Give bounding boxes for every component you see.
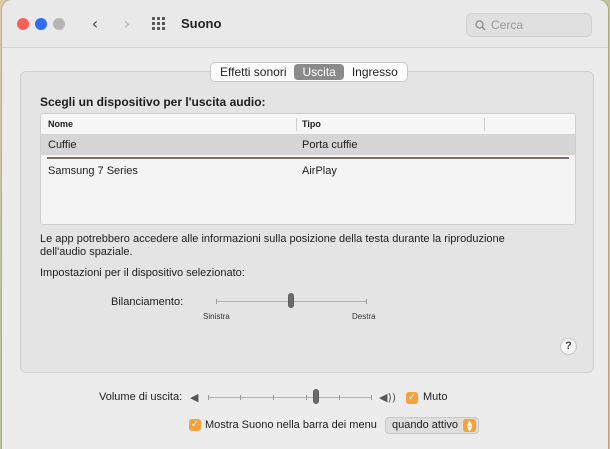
balance-knob[interactable]: [288, 293, 294, 308]
table-row[interactable]: Cuffie Porta cuffie: [41, 135, 575, 155]
zoom-button[interactable]: [53, 17, 65, 30]
section-title: Scegli un dispositivo per l'uscita audio…: [40, 95, 266, 109]
device-name: Samsung 7 Series: [48, 165, 138, 177]
speaker-high-icon: ◀)): [379, 391, 397, 404]
show-in-menu-bar-checkbox[interactable]: ✓: [189, 419, 201, 431]
tab-effetti-sonori[interactable]: Effetti sonori: [212, 64, 294, 80]
tab-ingresso[interactable]: Ingresso: [344, 64, 406, 80]
column-header-name[interactable]: Nome: [48, 119, 73, 129]
titlebar: ‹ › Suono Cerca: [2, 0, 608, 48]
show-in-menu-bar-label: Mostra Suono nella barra dei menu: [205, 419, 377, 431]
column-header-type[interactable]: Tipo: [302, 119, 321, 129]
sound-preferences-window: ‹ › Suono Cerca Effetti sonori Uscita In…: [2, 0, 608, 449]
slider-tick: [339, 395, 340, 400]
balance-right-label: Destra: [352, 312, 376, 321]
back-button[interactable]: ‹: [83, 14, 107, 33]
chevron-updown-icon: ▲ ▼: [463, 419, 477, 433]
search-field[interactable]: Cerca: [466, 13, 592, 37]
window-title: Suono: [181, 16, 222, 31]
search-icon: [475, 19, 486, 30]
speaker-low-icon: ◀: [190, 391, 199, 404]
device-type: AirPlay: [302, 165, 337, 177]
slider-tick: [208, 395, 209, 400]
slider-tick: [240, 395, 241, 400]
column-divider: [296, 118, 297, 131]
menu-bar-visibility-select[interactable]: quando attivo ▲ ▼: [385, 417, 480, 434]
select-value: quando attivo: [392, 419, 459, 431]
close-button[interactable]: [17, 17, 29, 30]
mute-label: Muto: [423, 391, 448, 403]
slider-tick: [273, 395, 274, 400]
window-controls: [17, 17, 65, 30]
mute-checkbox[interactable]: ✓: [406, 392, 418, 404]
output-volume-label: Volume di uscita:: [99, 391, 183, 403]
minimize-button[interactable]: [35, 17, 47, 30]
table-header: Nome Tipo: [41, 114, 575, 135]
device-settings-label: Impostazioni per il dispositivo selezion…: [40, 267, 245, 279]
tab-uscita[interactable]: Uscita: [294, 64, 344, 80]
forward-button[interactable]: ›: [115, 14, 139, 33]
volume-knob[interactable]: [313, 389, 319, 404]
device-table: Nome Tipo Cuffie Porta cuffie Samsung 7 …: [40, 113, 576, 225]
device-name: Cuffie: [48, 139, 77, 151]
device-type: Porta cuffie: [302, 139, 358, 151]
table-row[interactable]: Samsung 7 Series AirPlay: [41, 161, 575, 181]
column-divider: [484, 118, 485, 131]
tab-bar: Effetti sonori Uscita Ingresso: [210, 62, 408, 82]
slider-tick: [371, 395, 372, 400]
balance-label: Bilanciamento:: [111, 296, 184, 308]
help-button[interactable]: ?: [560, 338, 577, 355]
slider-tick: [306, 395, 307, 400]
search-placeholder: Cerca: [491, 18, 524, 32]
slider-tick: [216, 299, 217, 304]
balance-left-label: Sinistra: [203, 312, 230, 321]
output-panel: Scegli un dispositivo per l'uscita audio…: [20, 71, 594, 373]
slider-tick: [366, 299, 367, 304]
show-all-grid-icon[interactable]: [151, 16, 167, 32]
volume-track: [208, 397, 372, 398]
row-divider: [47, 157, 569, 159]
spatial-audio-info: Le app potrebbero accedere alle informaz…: [40, 233, 505, 258]
